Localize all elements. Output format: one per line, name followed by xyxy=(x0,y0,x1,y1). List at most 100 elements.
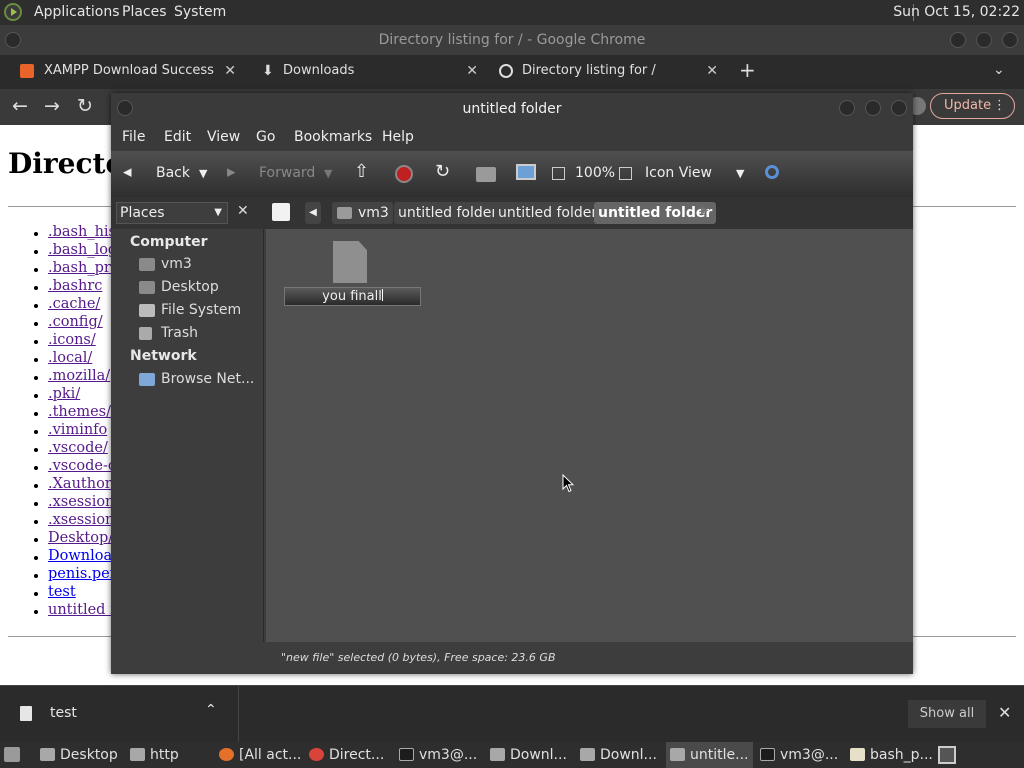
minimize-icon[interactable] xyxy=(950,32,966,48)
tab-downloads[interactable]: ⬇ Downloads ✕ xyxy=(242,55,488,89)
menu-bookmarks[interactable]: Bookmarks xyxy=(294,129,372,145)
computer-icon[interactable] xyxy=(516,164,536,180)
tab-xampp[interactable]: XAMPP Download Success ✕ xyxy=(0,55,246,89)
stop-icon[interactable] xyxy=(395,165,413,183)
forward-arrow-icon[interactable]: → xyxy=(44,95,60,117)
close-icon[interactable] xyxy=(891,100,907,116)
window-menu-icon[interactable] xyxy=(117,100,133,116)
task-downloads-1[interactable]: Downl... xyxy=(490,742,567,768)
task-label: vm3@... xyxy=(419,747,478,763)
home-folder-icon[interactable] xyxy=(476,167,496,182)
sidebar-item-file-system[interactable]: File System xyxy=(161,302,241,318)
file-rename-field[interactable]: you finall xyxy=(284,287,421,306)
workspace-switcher[interactable] xyxy=(938,746,956,764)
tab-close-icon[interactable]: ✕ xyxy=(224,55,236,87)
path-scroll-left-icon[interactable]: ◀ xyxy=(305,202,321,224)
sidebar-item-trash[interactable]: Trash xyxy=(161,325,198,341)
close-downloads-icon[interactable]: ✕ xyxy=(998,703,1011,722)
show-all-button[interactable]: Show all xyxy=(908,700,986,728)
terminal-icon xyxy=(399,748,414,761)
new-tab-button[interactable]: + xyxy=(739,58,756,82)
drive-icon xyxy=(139,304,155,317)
system-menu[interactable]: System xyxy=(174,4,226,20)
distro-logo-icon[interactable] xyxy=(4,3,22,21)
network-icon xyxy=(139,373,155,386)
file-rename-value: you finall xyxy=(322,289,382,304)
download-item[interactable]: test ⌃ xyxy=(0,686,239,743)
folder-icon xyxy=(130,748,145,761)
back-button[interactable]: Back xyxy=(156,165,190,181)
menu-file[interactable]: File xyxy=(122,129,145,145)
task-downloads-2[interactable]: Downl... xyxy=(580,742,657,768)
tab-close-icon[interactable]: ✕ xyxy=(706,55,718,87)
menu-help[interactable]: Help xyxy=(382,129,414,145)
back-arrow-icon[interactable]: ◂ xyxy=(123,162,132,182)
firefox-icon xyxy=(219,748,234,761)
close-sidebar-icon[interactable]: ✕ xyxy=(237,203,249,219)
places-select[interactable]: Places ▼ xyxy=(116,202,228,224)
menu-view[interactable]: View xyxy=(207,129,240,145)
blank-file-icon[interactable] xyxy=(333,241,367,283)
maximize-icon[interactable] xyxy=(976,32,992,48)
edit-location-icon[interactable] xyxy=(272,203,290,221)
view-mode-dropdown-icon[interactable]: ▼ xyxy=(736,167,744,180)
window-menu-icon[interactable] xyxy=(5,32,21,48)
zoom-level: 100% xyxy=(575,165,616,181)
applications-menu[interactable]: Applications xyxy=(34,4,120,20)
task-chrome[interactable]: Direct... xyxy=(309,742,384,768)
up-arrow-icon[interactable]: ⇧ xyxy=(354,161,369,182)
forward-history-dropdown-icon[interactable]: ▼ xyxy=(324,167,332,180)
chevron-up-icon[interactable]: ⌃ xyxy=(205,702,217,718)
back-arrow-icon[interactable]: ← xyxy=(12,95,28,117)
desktop-folder-icon xyxy=(139,281,155,294)
globe-icon xyxy=(499,64,513,78)
download-icon: ⬇ xyxy=(262,63,274,79)
show-desktop-icon[interactable] xyxy=(4,747,20,762)
tab-directory-listing[interactable]: Directory listing for / ✕ xyxy=(482,55,728,89)
home-folder-icon xyxy=(337,207,352,219)
file-view[interactable]: you finall xyxy=(266,229,913,642)
downloads-bar: test ⌃ Show all ✕ xyxy=(0,685,1024,743)
task-untitled-folder[interactable]: untitle... xyxy=(666,742,753,768)
task-desktop[interactable]: Desktop xyxy=(40,742,118,768)
search-icon[interactable] xyxy=(765,165,779,179)
path-scroll-right-icon[interactable]: ▶ xyxy=(701,205,709,216)
sidebar-header-network: Network xyxy=(130,348,197,364)
zoom-out-icon[interactable] xyxy=(552,167,565,180)
reload-icon[interactable]: ↻ xyxy=(435,161,450,182)
crumb-folder[interactable]: untitled folder xyxy=(394,202,502,224)
file-manager-title-bar: untitled folder xyxy=(111,93,913,125)
sidebar-item-desktop[interactable]: Desktop xyxy=(161,279,219,295)
back-history-dropdown-icon[interactable]: ▼ xyxy=(199,167,207,180)
view-mode-select[interactable]: Icon View xyxy=(645,165,712,181)
menu-edit[interactable]: Edit xyxy=(164,129,191,145)
task-terminal[interactable]: vm3@... xyxy=(399,742,477,768)
task-label: Downl... xyxy=(600,747,657,763)
reload-icon[interactable]: ↻ xyxy=(77,95,93,117)
tab-search-chevron-icon[interactable]: ⌄ xyxy=(993,62,1005,78)
places-menu[interactable]: Places xyxy=(122,4,167,20)
forward-button[interactable]: Forward xyxy=(259,165,315,181)
zoom-in-icon[interactable] xyxy=(619,167,632,180)
task-text-editor[interactable]: bash_p... xyxy=(850,742,933,768)
crumb-folder[interactable]: untitled folder xyxy=(494,202,602,224)
task-firefox[interactable]: [All act... xyxy=(219,742,301,768)
crumb-home[interactable]: vm3 xyxy=(332,202,393,224)
task-label: [All act... xyxy=(239,747,302,763)
task-terminal-2[interactable]: vm3@... xyxy=(760,742,838,768)
maximize-icon[interactable] xyxy=(865,100,881,116)
close-icon[interactable] xyxy=(1002,32,1018,48)
task-http[interactable]: http xyxy=(130,742,179,768)
minimize-icon[interactable] xyxy=(839,100,855,116)
tab-close-icon[interactable]: ✕ xyxy=(466,55,478,87)
sidebar-item-vm3[interactable]: vm3 xyxy=(161,256,192,272)
crumb-current-folder[interactable]: untitled folder xyxy=(594,202,717,224)
clock[interactable]: Sun Oct 15, 02:22 xyxy=(893,4,1020,20)
update-button[interactable]: Update ⋮ xyxy=(930,93,1015,119)
menu-go[interactable]: Go xyxy=(256,129,275,145)
kebab-menu-icon[interactable]: ⋮ xyxy=(993,94,1006,118)
chrome-tab-strip: XAMPP Download Success ✕ ⬇ Downloads ✕ D… xyxy=(0,55,1024,89)
forward-arrow-icon[interactable]: ▸ xyxy=(227,162,236,182)
sidebar-item-browse-network[interactable]: Browse Net... xyxy=(161,371,254,387)
folder-icon xyxy=(40,748,55,761)
